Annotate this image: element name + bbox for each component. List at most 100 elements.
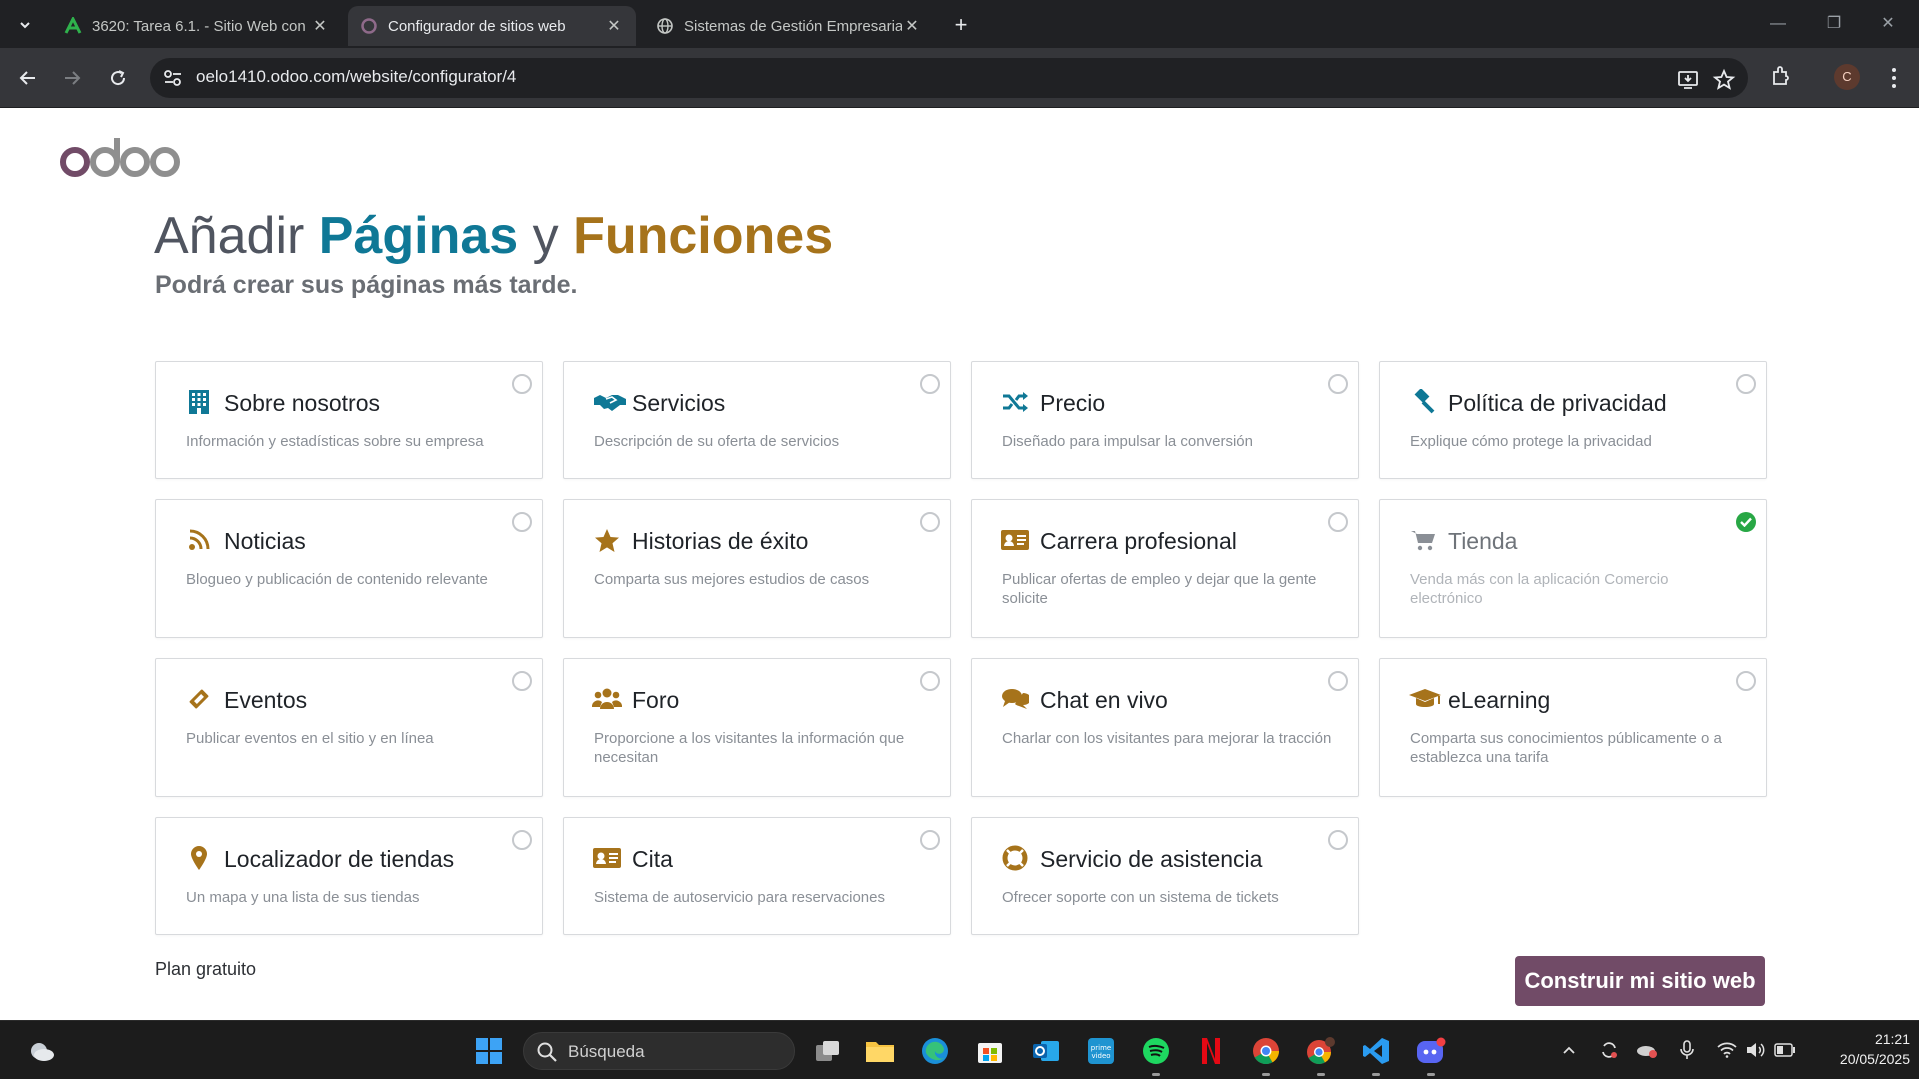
back-button[interactable]: [12, 62, 44, 94]
feature-card-noticias[interactable]: Noticias Blogueo y publicación de conten…: [155, 499, 543, 638]
feature-radio[interactable]: [512, 512, 532, 532]
restore-window-icon[interactable]: ❐: [1814, 8, 1854, 40]
extensions-puzzle-icon[interactable]: [1769, 64, 1793, 88]
microsoft-store-icon[interactable]: [974, 1035, 1006, 1067]
feature-description: Venda más con la aplicación Comercio ele…: [1410, 571, 1669, 607]
volume-icon[interactable]: [1745, 1039, 1767, 1061]
feature-radio[interactable]: [1328, 512, 1348, 532]
close-tab-icon[interactable]: ✕: [902, 16, 922, 36]
feature-radio[interactable]: [920, 830, 940, 850]
feature-card-servicio-asistencia[interactable]: Servicio de asistencia Ofrecer soporte c…: [971, 817, 1359, 935]
browser-tab-bar: 3620: Tarea 6.1. - Sitio Web con ✕ Confi…: [0, 0, 1919, 48]
feature-radio[interactable]: [512, 830, 532, 850]
feature-title: Carrera profesional: [1040, 528, 1237, 554]
spotify-icon[interactable]: [1140, 1035, 1172, 1067]
star-icon: [592, 526, 622, 554]
netflix-icon[interactable]: [1195, 1035, 1227, 1067]
chrome-icon[interactable]: [1250, 1035, 1282, 1067]
globe-icon: [657, 18, 673, 34]
battery-icon[interactable]: [1774, 1039, 1796, 1061]
feature-description: Explique cómo protege la privacidad: [1410, 433, 1652, 450]
users-icon: [592, 685, 622, 713]
prime-video-icon[interactable]: prime video: [1085, 1035, 1117, 1067]
tab-title: Sistemas de Gestión Empresaria: [684, 17, 902, 35]
forward-button[interactable]: [56, 62, 88, 94]
wifi-icon[interactable]: [1716, 1039, 1738, 1061]
svg-text:video: video: [1091, 1052, 1110, 1060]
feature-radio[interactable]: [920, 671, 940, 691]
file-explorer-icon[interactable]: [864, 1035, 896, 1067]
close-tab-icon[interactable]: ✕: [310, 16, 330, 36]
tab-title: Configurador de sitios web: [388, 17, 566, 35]
onedrive-error-icon[interactable]: [1636, 1039, 1658, 1061]
close-tab-icon[interactable]: ✕: [604, 16, 624, 36]
chrome-profile-icon[interactable]: [1305, 1035, 1337, 1067]
windows-taskbar: Búsqueda prime video 21:21 20/05/2025: [0, 1020, 1919, 1079]
ticket-icon: [184, 685, 214, 713]
feature-card-tienda[interactable]: Tienda Venda más con la aplicación Comer…: [1379, 499, 1767, 638]
bookmark-star-icon[interactable]: [1712, 68, 1736, 92]
profile-avatar[interactable]: C: [1834, 64, 1860, 90]
selected-check-icon[interactable]: [1736, 512, 1756, 532]
edge-browser-icon[interactable]: [919, 1035, 951, 1067]
feature-description: Información y estadísticas sobre su empr…: [186, 433, 484, 450]
feature-description: Comparta sus mejores estudios de casos: [594, 571, 870, 588]
feature-radio[interactable]: [1736, 374, 1756, 394]
feature-title: Noticias: [224, 528, 306, 554]
weather-widget-icon[interactable]: [26, 1035, 58, 1067]
page-subtitle: Podrá crear sus páginas más tarde.: [155, 271, 578, 299]
configurator-page: Añadir Páginas y Funciones Podrá crear s…: [0, 108, 1919, 1020]
feature-radio[interactable]: [512, 374, 532, 394]
taskbar-search-box[interactable]: Búsqueda: [523, 1032, 795, 1070]
feature-card-eventos[interactable]: Eventos Publicar eventos en el sitio y e…: [155, 658, 543, 797]
feature-card-chat-en-vivo[interactable]: Chat en vivo Charlar con los visitantes …: [971, 658, 1359, 797]
microphone-icon[interactable]: [1676, 1039, 1698, 1061]
arrow-left-icon: [19, 71, 35, 85]
task-view-icon[interactable]: [812, 1035, 844, 1067]
feature-radio[interactable]: [1328, 671, 1348, 691]
discord-icon[interactable]: [1415, 1035, 1447, 1067]
handshake-icon: [592, 388, 628, 416]
install-app-icon[interactable]: [1676, 68, 1700, 92]
sync-icon[interactable]: [1598, 1039, 1620, 1061]
feature-radio[interactable]: [1328, 374, 1348, 394]
feature-card-politica-privacidad[interactable]: Política de privacidad Explique cómo pro…: [1379, 361, 1767, 479]
feature-card-carrera-profesional[interactable]: Carrera profesional Publicar ofertas de …: [971, 499, 1359, 638]
feature-title: Precio: [1040, 390, 1106, 416]
outlook-icon[interactable]: [1030, 1035, 1062, 1067]
feature-card-localizador-tiendas[interactable]: Localizador de tiendas Un mapa y una lis…: [155, 817, 543, 935]
reload-button[interactable]: [102, 62, 134, 94]
feature-card-elearning[interactable]: eLearning Comparta sus conocimientos púb…: [1379, 658, 1767, 797]
browser-menu-icon[interactable]: [1884, 64, 1904, 92]
feature-radio[interactable]: [920, 512, 940, 532]
minimize-window-icon[interactable]: —: [1758, 8, 1798, 40]
system-clock[interactable]: 21:21 20/05/2025: [1810, 1029, 1910, 1069]
feature-card-servicios[interactable]: Servicios Descripción de su oferta de se…: [563, 361, 951, 479]
feature-card-historias-exito[interactable]: Historias de éxito Comparta sus mejores …: [563, 499, 951, 638]
close-window-icon[interactable]: ✕: [1868, 8, 1908, 40]
start-windows-icon[interactable]: [473, 1035, 505, 1067]
feature-title: Eventos: [224, 687, 308, 713]
feature-radio[interactable]: [920, 374, 940, 394]
feature-radio[interactable]: [512, 671, 532, 691]
feature-title: Tienda: [1448, 528, 1518, 554]
tab-sistemas[interactable]: Sistemas de Gestión Empresaria ✕: [644, 6, 934, 46]
new-tab-button[interactable]: +: [948, 12, 974, 38]
build-website-button[interactable]: Construir mi sitio web: [1515, 956, 1765, 1006]
feature-card-foro[interactable]: Foro Proporcione a los visitantes la inf…: [563, 658, 951, 797]
tab-configurador[interactable]: Configurador de sitios web ✕: [348, 6, 636, 46]
comments-icon: [1000, 685, 1030, 713]
rss-icon: [184, 526, 214, 554]
feature-radio[interactable]: [1328, 830, 1348, 850]
building-icon: [184, 388, 214, 416]
feature-card-precio[interactable]: Precio Diseñado para impulsar la convers…: [971, 361, 1359, 479]
tab-search-button[interactable]: [10, 10, 40, 40]
feature-card-cita[interactable]: Cita Sistema de autoservicio para reserv…: [563, 817, 951, 935]
tab-moodle[interactable]: 3620: Tarea 6.1. - Sitio Web con ✕: [52, 6, 342, 46]
vscode-icon[interactable]: [1360, 1035, 1392, 1067]
feature-card-sobre-nosotros[interactable]: Sobre nosotros Información y estadística…: [155, 361, 543, 479]
life-ring-icon: [1000, 844, 1030, 872]
chevron-up-icon[interactable]: [1558, 1039, 1580, 1061]
address-bar[interactable]: oelo1410.odoo.com/website/configurator/4: [150, 58, 1748, 98]
feature-radio[interactable]: [1736, 671, 1756, 691]
